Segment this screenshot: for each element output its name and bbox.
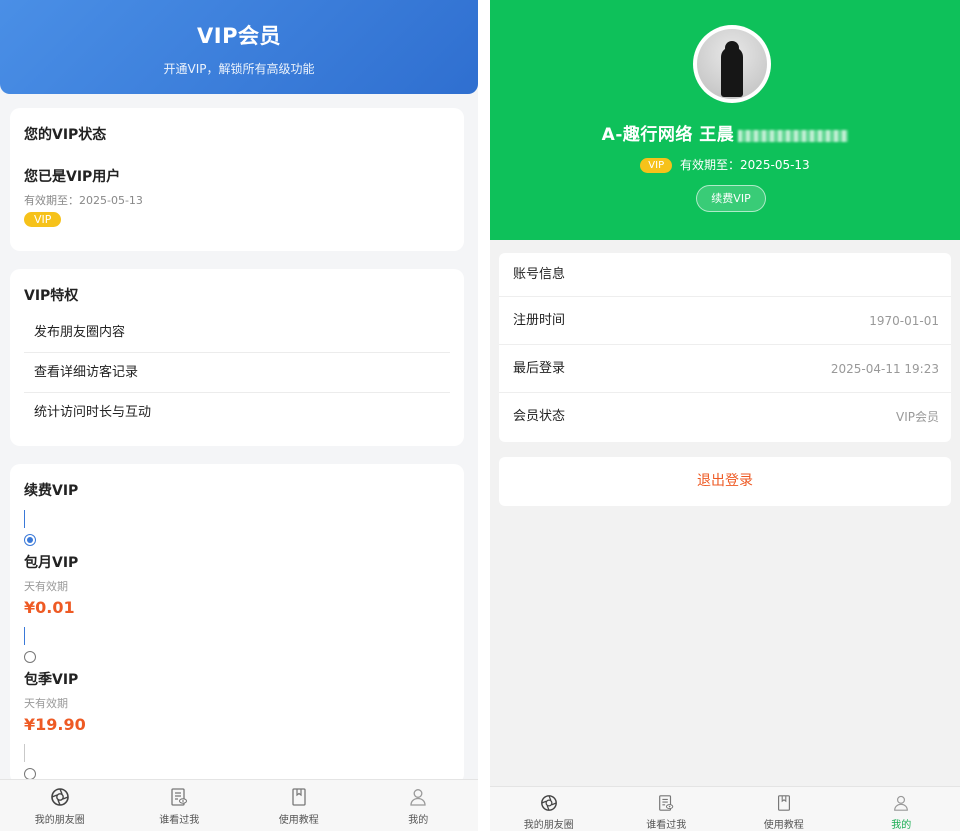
account-info-title: 账号信息 <box>513 267 566 282</box>
renew-vip-title: 续费VIP <box>24 483 79 499</box>
row-label: 注册时间 <box>513 313 566 328</box>
page-subtitle: 开通VIP，解锁所有高级功能 <box>163 62 315 76</box>
screen-divider <box>478 0 490 831</box>
renew-vip-button[interactable]: 续费VIP <box>696 185 766 212</box>
vip-status-title: 您的VIP状态 <box>24 127 107 143</box>
plan-indicator-bar <box>24 510 25 528</box>
tab-label: 谁看过我 <box>159 815 200 826</box>
vip-header: VIP会员 开通VIP，解锁所有高级功能 <box>0 0 478 94</box>
user-icon <box>894 795 909 811</box>
plan-price: ¥0.01 <box>24 598 75 617</box>
plan-indicator-bar <box>24 744 25 762</box>
account-row-member-status: 会员状态 VIP会员 <box>499 393 951 441</box>
bookmark-icon <box>292 788 306 806</box>
account-info-card: 账号信息 注册时间 1970-01-01 最后登录 2025-04-11 19:… <box>499 253 951 442</box>
vip-membership-screen: VIP会员 开通VIP，解锁所有高级功能 您的VIP状态 您已是VIP用户 有效… <box>0 0 478 831</box>
tab-label: 我的朋友圈 <box>523 820 574 831</box>
avatar[interactable] <box>693 25 771 103</box>
redacted-text <box>738 129 849 142</box>
plan-option-monthly[interactable]: 包月VIP 天有效期 ¥0.01 <box>24 510 450 617</box>
tab-mine[interactable]: 我的 <box>843 787 960 831</box>
tab-visitors[interactable]: 谁看过我 <box>608 787 726 831</box>
privilege-item: 发布朋友圈内容 <box>24 313 450 353</box>
avatar-silhouette <box>721 47 743 97</box>
privilege-item: 查看详细访客记录 <box>24 353 450 393</box>
vip-badge: VIP <box>24 212 62 227</box>
row-value: 2025-04-11 19:23 <box>830 362 939 376</box>
bookmark-icon <box>777 795 790 811</box>
tab-label: 使用教程 <box>278 815 319 826</box>
row-label: 最后登录 <box>513 361 566 376</box>
vip-status-card: 您的VIP状态 您已是VIP用户 有效期至：2025-05-13 VIP <box>10 108 464 251</box>
vip-expiry: 有效期至：2025-05-13 <box>679 158 810 172</box>
plan-option-quarterly[interactable]: 包季VIP 天有效期 ¥19.90 <box>24 627 450 734</box>
row-value: VIP会员 <box>896 410 939 424</box>
avatar-image <box>697 29 767 99</box>
tab-moments[interactable]: 我的朋友圈 <box>0 780 120 831</box>
account-row-register: 注册时间 1970-01-01 <box>499 297 951 345</box>
account-info-title-row: 账号信息 <box>499 253 951 297</box>
vip-user-text: 您已是VIP用户 <box>24 169 121 185</box>
username: A-趣行网络 王晨 <box>601 125 735 145</box>
bottom-tab-bar: 我的朋友圈 谁看过我 使用教程 我的 <box>490 786 960 831</box>
account-row-last-login: 最后登录 2025-04-11 19:23 <box>499 345 951 393</box>
document-eye-icon <box>171 788 188 806</box>
privilege-item: 统计访问时长与互动 <box>34 405 152 420</box>
vip-expiry: 有效期至：2025-05-13 <box>24 194 143 207</box>
logout-button[interactable]: 退出登录 <box>499 457 951 506</box>
plan-option-next[interactable] <box>24 744 450 780</box>
tab-mine[interactable]: 我的 <box>359 780 479 831</box>
plan-validity: 天有效期 <box>24 580 68 593</box>
vip-privileges-card: VIP特权 发布朋友圈内容 查看详细访客记录 统计访问时长与互动 <box>10 269 464 446</box>
aperture-icon <box>50 788 69 806</box>
tab-label: 我的 <box>408 815 429 826</box>
document-eye-icon <box>659 795 674 811</box>
row-value: 1970-01-01 <box>869 314 939 328</box>
plan-validity: 天有效期 <box>24 697 68 710</box>
privilege-list: 发布朋友圈内容 查看详细访客记录 统计访问时长与互动 <box>24 313 450 433</box>
tab-tutorial[interactable]: 使用教程 <box>725 787 843 831</box>
profile-screen: A-趣行网络 王晨 VIP 有效期至：2025-05-13 续费VIP 账号信息… <box>490 0 960 831</box>
plan-indicator-bar <box>24 627 25 645</box>
username-row: A-趣行网络 王晨 <box>490 120 960 145</box>
user-icon <box>410 789 426 806</box>
plan-name: 包季VIP <box>24 672 79 688</box>
plan-price: ¥19.90 <box>24 715 86 734</box>
page-title: VIP会员 <box>197 24 281 48</box>
tab-moments[interactable]: 我的朋友圈 <box>490 787 608 831</box>
tab-label: 谁看过我 <box>646 820 687 831</box>
plan-radio-quarterly[interactable] <box>24 651 36 663</box>
plan-name: 包月VIP <box>24 555 79 571</box>
row-label: 会员状态 <box>513 409 566 424</box>
bottom-tab-bar: 我的朋友圈 谁看过我 使用教程 我的 <box>0 779 478 831</box>
plan-radio-monthly[interactable] <box>24 534 36 546</box>
tab-visitors[interactable]: 谁看过我 <box>120 780 240 831</box>
tab-label: 我的 <box>891 820 912 831</box>
profile-header: A-趣行网络 王晨 VIP 有效期至：2025-05-13 续费VIP <box>490 0 960 240</box>
vip-badge: VIP <box>640 158 673 173</box>
vip-privileges-title: VIP特权 <box>24 288 79 304</box>
aperture-icon <box>540 795 557 811</box>
vip-expiry-line: VIP 有效期至：2025-05-13 <box>490 156 960 173</box>
tab-tutorial[interactable]: 使用教程 <box>239 780 359 831</box>
tab-label: 我的朋友圈 <box>34 815 85 826</box>
tab-label: 使用教程 <box>763 820 804 831</box>
renew-vip-card: 续费VIP 包月VIP 天有效期 ¥0.01 包季VIP 天有效期 ¥19.90 <box>10 464 464 784</box>
